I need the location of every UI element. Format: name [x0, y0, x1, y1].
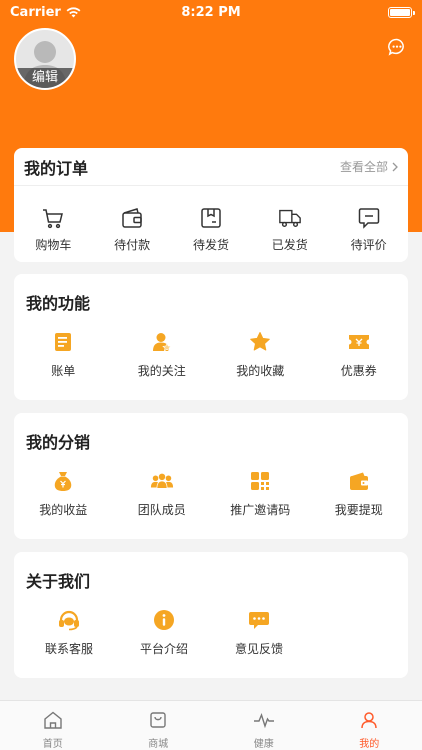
- chevron-right-icon: [392, 162, 398, 171]
- function-item-label: 我的收藏: [236, 364, 285, 378]
- orders-header: 我的订单 查看全部: [14, 148, 408, 186]
- about-item-feedback[interactable]: 意见反馈: [220, 608, 298, 657]
- about-item-customer-service[interactable]: 联系客服: [30, 608, 108, 657]
- function-item-label: 账单: [51, 364, 76, 378]
- distribution-item-label: 团队成员: [137, 503, 186, 517]
- withdraw-wallet-icon: [349, 472, 368, 490]
- truck-icon: [278, 209, 301, 228]
- headset-icon: [59, 610, 79, 631]
- edit-avatar-button[interactable]: 编辑: [16, 68, 74, 88]
- order-item-label: 已发货: [271, 238, 308, 252]
- message-icon[interactable]: [388, 38, 406, 56]
- bill-icon: [55, 333, 72, 351]
- order-item-label: 待付款: [114, 238, 151, 252]
- tab-label: 商城: [148, 739, 169, 750]
- tab-health[interactable]: 健康: [224, 701, 304, 750]
- functions-title: 我的功能: [26, 294, 91, 313]
- follow-icon: [152, 333, 172, 352]
- distribution-item-withdraw[interactable]: 我要提现: [320, 469, 398, 518]
- user-icon: [361, 712, 377, 729]
- distribution-item-label: 推广邀请码: [230, 503, 291, 517]
- comment-icon: [358, 208, 379, 229]
- about-item-label: 平台介绍: [139, 642, 188, 656]
- shop-bag-icon: [150, 712, 166, 728]
- about-item-platform-intro[interactable]: 平台介绍: [125, 608, 203, 657]
- money-bag-icon: [55, 472, 72, 491]
- avatar[interactable]: 编辑: [14, 28, 76, 90]
- tab-shop[interactable]: 商城: [118, 701, 198, 750]
- about-title: 关于我们: [26, 572, 91, 591]
- home-icon: [44, 711, 62, 729]
- function-item-label: 我的关注: [137, 364, 186, 378]
- order-item-label: 待评价: [350, 238, 387, 252]
- order-item-pending-review[interactable]: 待评价: [330, 206, 408, 253]
- coupon-icon: [348, 335, 369, 349]
- tab-mine[interactable]: 我的: [329, 701, 409, 750]
- distribution-title: 我的分销: [26, 433, 91, 452]
- function-item-coupon[interactable]: 优惠券: [320, 330, 398, 379]
- function-item-bill[interactable]: 账单: [24, 330, 102, 379]
- team-icon: [150, 473, 173, 489]
- about-card: 关于我们 联系客服 平台介绍 意见反馈: [14, 552, 408, 678]
- order-item-label: 待发货: [192, 238, 229, 252]
- star-icon: [250, 332, 271, 351]
- order-item-pending-shipment[interactable]: 待发货: [172, 206, 250, 253]
- tab-bar: 首页 商城 健康 我的: [0, 700, 422, 750]
- view-all-label: 查看全部: [339, 160, 388, 174]
- feedback-icon: [249, 612, 269, 629]
- function-item-favorites[interactable]: 我的收藏: [221, 330, 299, 379]
- order-item-label: 购物车: [35, 238, 72, 252]
- tab-home[interactable]: 首页: [13, 701, 93, 750]
- function-item-follow[interactable]: 我的关注: [123, 330, 201, 379]
- qrcode-icon: [251, 472, 270, 490]
- about-item-label: 意见反馈: [234, 642, 283, 656]
- box-icon: [201, 208, 221, 228]
- order-item-shipped[interactable]: 已发货: [251, 206, 329, 253]
- about-item-label: 联系客服: [44, 642, 93, 656]
- orders-title: 我的订单: [24, 158, 89, 178]
- tab-label: 首页: [42, 739, 63, 750]
- cart-icon: [43, 209, 64, 229]
- wifi-icon: [66, 6, 81, 17]
- tab-label: 健康: [253, 739, 274, 750]
- distribution-item-label: 我要提现: [334, 503, 383, 517]
- status-bar: Carrier 8:22 PM: [0, 0, 422, 24]
- distribution-item-invite-code[interactable]: 推广邀请码: [221, 469, 299, 518]
- order-item-cart[interactable]: 购物车: [14, 206, 92, 253]
- function-item-label: 优惠券: [340, 364, 377, 378]
- view-all-orders-link[interactable]: 查看全部: [340, 158, 398, 175]
- distribution-item-earnings[interactable]: 我的收益: [24, 469, 102, 518]
- functions-card: 我的功能 账单 我的关注 我的收藏 优惠券: [14, 274, 408, 400]
- battery-icon: [388, 6, 415, 18]
- distribution-item-team[interactable]: 团队成员: [123, 469, 201, 518]
- tab-label: 我的: [359, 739, 380, 750]
- wallet-icon: [122, 208, 142, 228]
- info-icon: [154, 610, 174, 630]
- carrier-group: Carrier: [10, 5, 81, 20]
- orders-card: 我的订单 查看全部 购物车 待付款 待发货 已发货 待评价: [14, 148, 408, 262]
- distribution-item-label: 我的收益: [39, 503, 88, 517]
- order-item-pending-payment[interactable]: 待付款: [93, 206, 171, 253]
- distribution-card: 我的分销 我的收益 团队成员 推广邀请码 我要提现: [14, 413, 408, 539]
- carrier-label: Carrier: [10, 4, 61, 20]
- pulse-icon: [253, 712, 274, 729]
